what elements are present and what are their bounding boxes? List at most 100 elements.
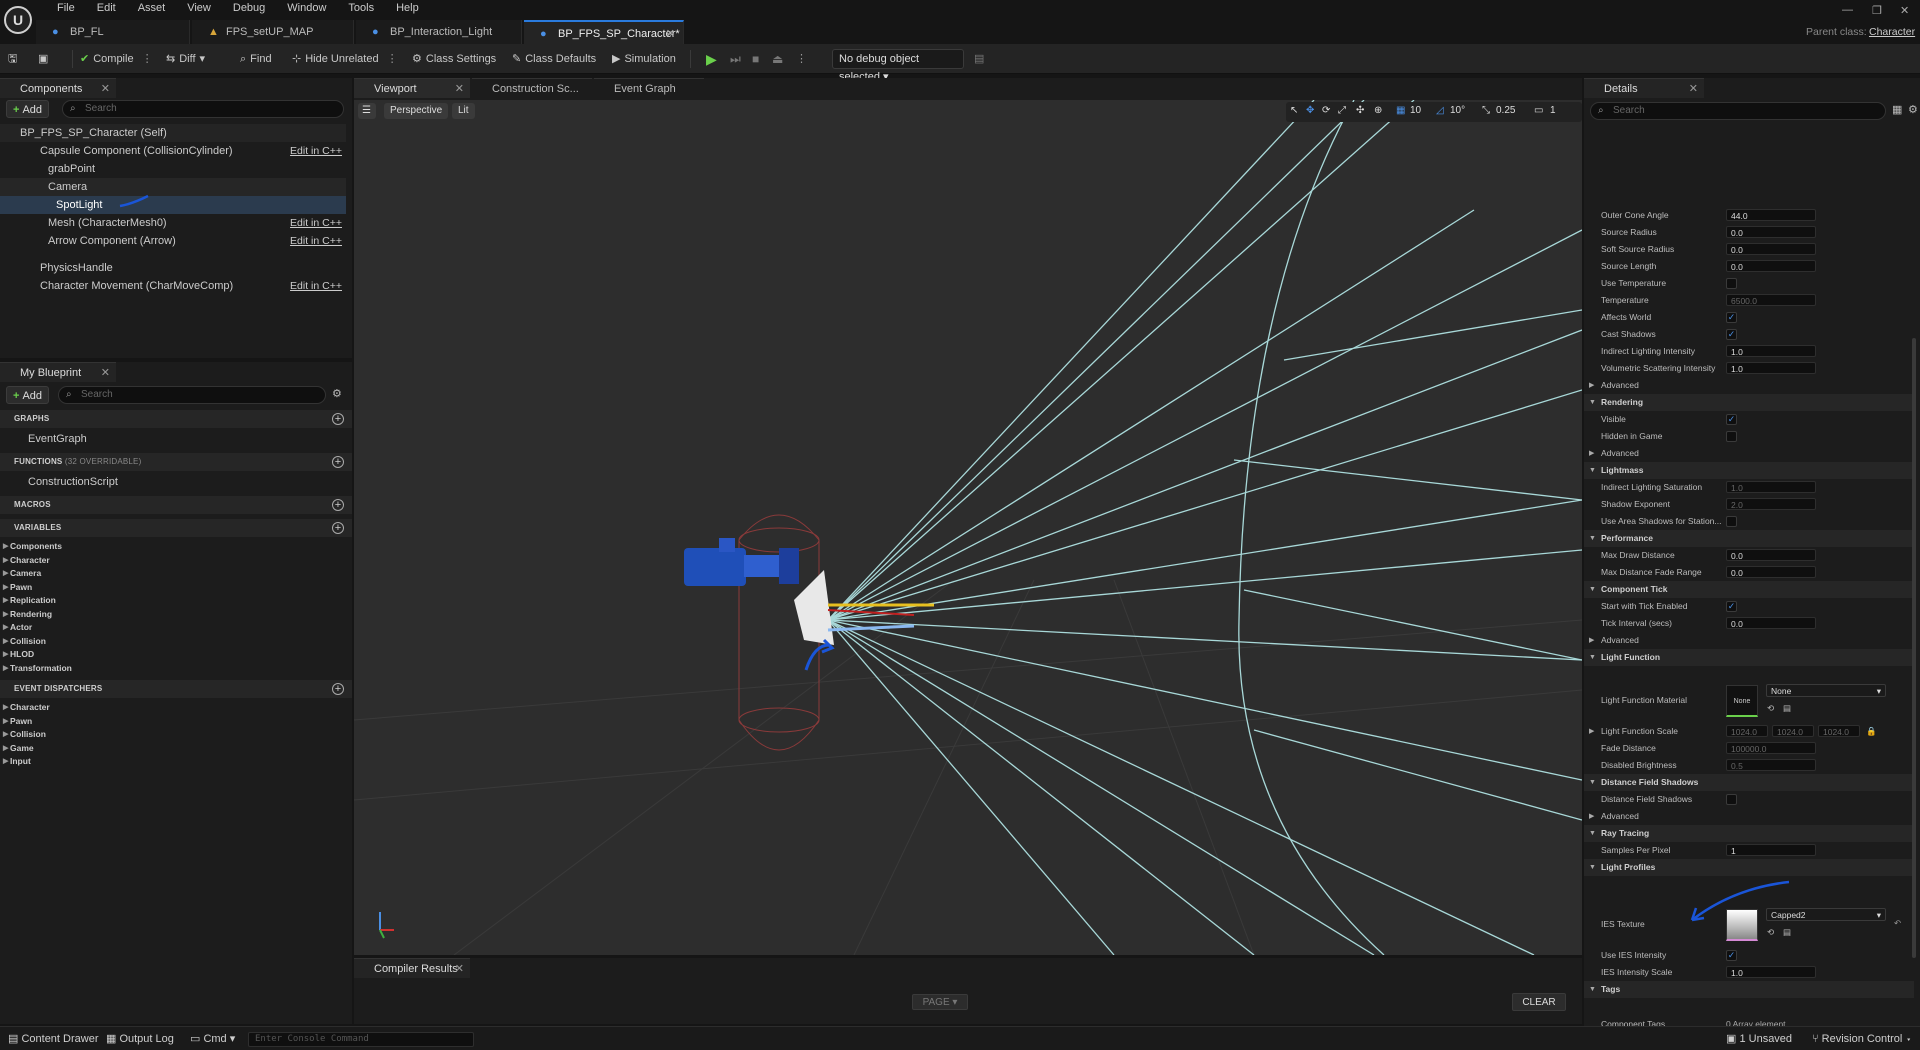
- graphs-section[interactable]: GRAPHS +: [0, 410, 352, 428]
- reset-icon[interactable]: ⟲: [1767, 924, 1774, 941]
- step-icon[interactable]: ⏭: [730, 50, 741, 68]
- property-value-input[interactable]: 1: [1726, 844, 1816, 856]
- menu-window[interactable]: Window: [276, 1, 337, 15]
- menu-edit[interactable]: Edit: [86, 1, 127, 15]
- property-value-input[interactable]: 0.0: [1726, 566, 1816, 578]
- tab-bp-fps-sp-character[interactable]: ● BP_FPS_SP_Character* ✕: [524, 20, 684, 44]
- expand-arrow-icon[interactable]: ▶: [3, 648, 8, 662]
- category-row[interactable]: ▶ Actor: [0, 621, 340, 635]
- components-tab[interactable]: Components ✕: [0, 78, 116, 98]
- property-checkbox[interactable]: [1726, 278, 1737, 289]
- simulation-button[interactable]: ▶ Simulation: [612, 50, 676, 68]
- debug-object-select[interactable]: No debug object selected ▾: [832, 49, 964, 83]
- expand-arrow-icon[interactable]: ▶: [3, 594, 8, 608]
- component-row-self[interactable]: BP_FPS_SP_Character (Self): [0, 124, 346, 142]
- property-value-input[interactable]: 6500.0: [1726, 294, 1816, 306]
- browse-icon[interactable]: ▤: [1783, 924, 1791, 941]
- viewport[interactable]: ☰ Perspective Lit ↖ ✥ ⟳ ⤢ ✣ ⊕ ▦ 10 ◿ 10°…: [354, 100, 1582, 955]
- expand-arrow-icon[interactable]: ▶: [3, 742, 8, 756]
- settings-gear-icon[interactable]: ⚙: [1908, 103, 1918, 116]
- world-local-icon[interactable]: ⊕: [1374, 102, 1382, 120]
- clear-button[interactable]: CLEAR: [1512, 993, 1566, 1011]
- category-row[interactable]: ▶ HLOD: [0, 648, 340, 662]
- component-row-arrow[interactable]: Arrow Component (Arrow) Edit in C++: [0, 232, 346, 250]
- component-row-capsule[interactable]: Capsule Component (CollisionCylinder) Edi…: [0, 142, 346, 160]
- macros-section[interactable]: MACROS +: [0, 496, 352, 514]
- more-icon[interactable]: ⋮: [142, 50, 153, 68]
- advanced-toggle[interactable]: ▶ Advanced: [1584, 377, 1914, 394]
- property-checkbox[interactable]: [1726, 431, 1737, 442]
- add-dispatcher-icon[interactable]: +: [332, 683, 344, 695]
- category-row[interactable]: ▶ Pawn: [0, 715, 340, 729]
- tab-construction-script[interactable]: Construction Sc...: [472, 78, 592, 98]
- property-value-input[interactable]: 0.0: [1726, 260, 1816, 272]
- expand-arrow-icon[interactable]: ▶: [3, 608, 8, 622]
- page-dropdown[interactable]: PAGE ▾: [912, 994, 968, 1010]
- expand-arrow-icon[interactable]: ▶: [3, 635, 8, 649]
- category-row[interactable]: ▶ Transformation: [0, 662, 340, 676]
- blueprint-search-input[interactable]: ⌕ Search: [58, 386, 326, 404]
- category-header[interactable]: ▼ Rendering: [1584, 394, 1914, 411]
- construction-script-item[interactable]: ConstructionScript: [0, 473, 346, 491]
- console-command-input[interactable]: Enter Console Command: [248, 1032, 474, 1047]
- find-button[interactable]: ⌕ Find: [240, 50, 272, 68]
- edit-in-cpp-link[interactable]: Edit in C++: [290, 142, 342, 160]
- collapse-arrow-icon[interactable]: ▼: [1589, 462, 1596, 479]
- details-tab[interactable]: Details ✕: [1584, 78, 1704, 98]
- tab-bp-fl[interactable]: ● BP_FL: [36, 20, 190, 44]
- category-header[interactable]: ▼ Light Function: [1584, 649, 1914, 666]
- menu-help[interactable]: Help: [385, 1, 430, 15]
- category-row[interactable]: ▶ Collision: [0, 728, 340, 742]
- scale-y-input[interactable]: 1024.0: [1772, 725, 1814, 737]
- category-header[interactable]: ▼ Ray Tracing: [1584, 825, 1914, 842]
- lit-button[interactable]: Lit: [452, 103, 475, 119]
- add-variable-icon[interactable]: +: [332, 522, 344, 534]
- expand-arrow-icon[interactable]: ▶: [3, 728, 8, 742]
- close-tab-icon[interactable]: ✕: [666, 22, 675, 46]
- tab-bp-interaction-light[interactable]: ● BP_Interaction_Light: [356, 20, 522, 44]
- edit-in-cpp-link[interactable]: Edit in C++: [290, 214, 342, 232]
- property-checkbox[interactable]: [1726, 516, 1737, 527]
- tab-event-graph[interactable]: Event Graph: [594, 78, 704, 98]
- expand-arrow-icon[interactable]: ▶: [1589, 445, 1594, 462]
- expand-arrow-icon[interactable]: ▶: [3, 662, 8, 676]
- play-icon[interactable]: ▶: [706, 50, 717, 68]
- property-checkbox[interactable]: ✓: [1726, 329, 1737, 340]
- collapse-arrow-icon[interactable]: ▼: [1589, 774, 1596, 791]
- unsaved-button[interactable]: ▣ 1 Unsaved: [1726, 1031, 1792, 1047]
- component-row-physicshandle[interactable]: PhysicsHandle: [0, 259, 346, 277]
- scale-icon[interactable]: ⤢: [1338, 102, 1346, 120]
- collapse-arrow-icon[interactable]: ▼: [1589, 581, 1596, 598]
- functions-section[interactable]: FUNCTIONS (32 OVERRIDABLE) +: [0, 453, 352, 471]
- grid-snap-value[interactable]: 10: [1410, 102, 1421, 120]
- expand-arrow-icon[interactable]: ▶: [1589, 377, 1594, 394]
- expand-arrow-icon[interactable]: ▶: [1589, 723, 1594, 740]
- add-member-button[interactable]: + Add: [6, 386, 50, 404]
- compile-button[interactable]: ✔ Compile ⋮: [80, 50, 153, 68]
- add-function-icon[interactable]: +: [332, 456, 344, 468]
- property-value-input[interactable]: 1.0: [1726, 345, 1816, 357]
- expand-arrow-icon[interactable]: ▶: [3, 581, 8, 595]
- close-icon[interactable]: ✕: [455, 959, 464, 979]
- property-checkbox[interactable]: ✓: [1726, 414, 1737, 425]
- reset-icon[interactable]: ⟲: [1767, 700, 1774, 717]
- expand-arrow-icon[interactable]: ▶: [3, 540, 8, 554]
- property-checkbox[interactable]: [1726, 794, 1737, 805]
- add-graph-icon[interactable]: +: [332, 413, 344, 425]
- expand-arrow-icon[interactable]: ▶: [3, 554, 8, 568]
- component-row-mesh[interactable]: Mesh (CharacterMesh0) Edit in C++: [0, 214, 346, 232]
- material-thumbnail[interactable]: None: [1726, 685, 1758, 717]
- stop-icon[interactable]: ■: [752, 50, 759, 68]
- details-search-input[interactable]: ⌕ Search: [1590, 102, 1886, 120]
- advanced-toggle[interactable]: ▶ Advanced: [1584, 808, 1914, 825]
- surface-snap-icon[interactable]: ✣: [1356, 102, 1364, 120]
- property-value-input[interactable]: 0.5: [1726, 759, 1816, 771]
- output-log-button[interactable]: ▦ Output Log: [106, 1031, 174, 1047]
- unreal-logo[interactable]: U: [4, 6, 32, 34]
- category-row[interactable]: ▶ Replication: [0, 594, 340, 608]
- property-value-input[interactable]: 1.0: [1726, 481, 1816, 493]
- ies-texture-select[interactable]: Capped2 ▾: [1766, 908, 1886, 921]
- rotation-snap-value[interactable]: 10°: [1450, 102, 1465, 120]
- component-row-grabpoint[interactable]: grabPoint: [0, 160, 346, 178]
- scale-snap-value[interactable]: 0.25: [1496, 102, 1515, 120]
